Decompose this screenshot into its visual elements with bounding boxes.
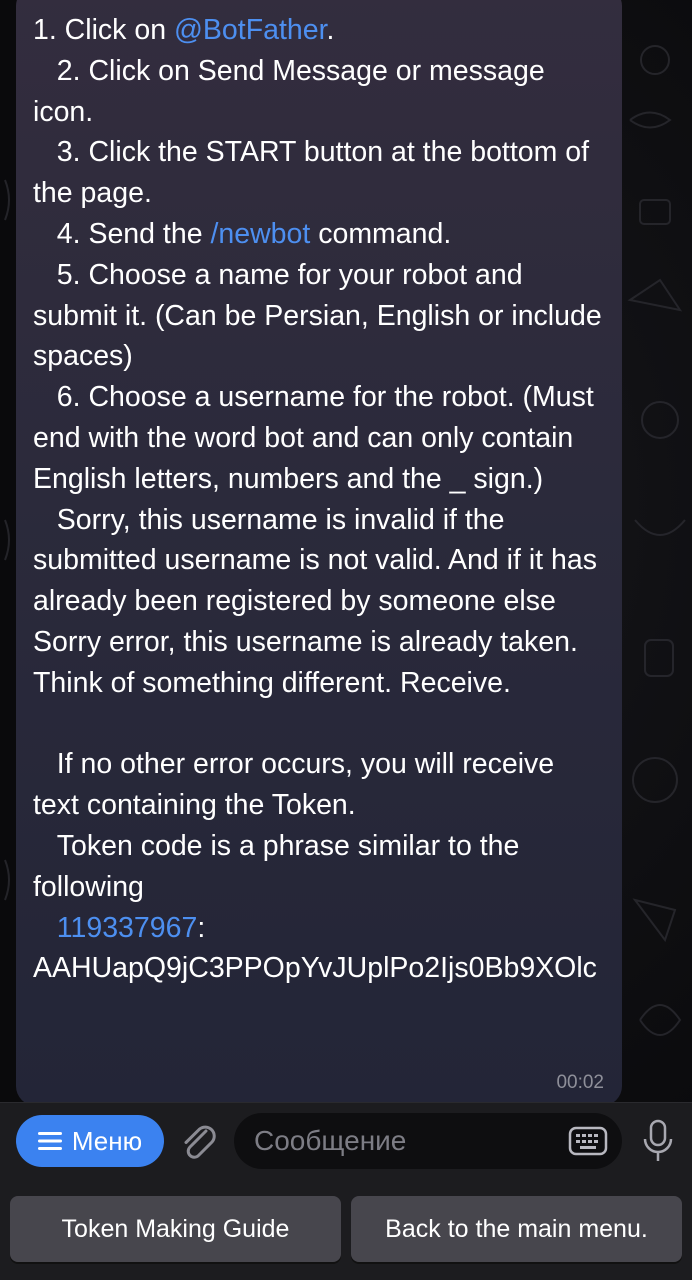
botfather-link[interactable]: @BotFather <box>174 14 327 46</box>
token-colon: : <box>197 911 206 944</box>
message-step-5: 5. Choose a name for your robot and subm… <box>33 258 610 373</box>
newbot-command-link[interactable]: /newbot <box>210 218 310 250</box>
message-sorry-paragraph: Sorry, this username is invalid if the s… <box>33 503 605 699</box>
keyboard-icon[interactable] <box>568 1125 608 1157</box>
message-time: 00:02 <box>556 1072 604 1094</box>
token-id-link[interactable]: 119337967 <box>57 912 198 944</box>
message-placeholder: Сообщение <box>254 1125 407 1156</box>
message-no-error: If no other error occurs, you will recei… <box>33 748 563 822</box>
step-4-suffix: command. <box>310 217 452 250</box>
message-input[interactable]: Сообщение <box>234 1113 622 1169</box>
chat-screen: 1. Click on @BotFather. 2. Click on Send… <box>0 0 692 1280</box>
token-making-guide-button[interactable]: Token Making Guide <box>10 1196 341 1262</box>
message-step-6: 6. Choose a username for the robot. (Mus… <box>33 381 602 495</box>
message-bubble: 1. Click on @BotFather. 2. Click on Send… <box>16 0 622 1106</box>
step-1-text: 1. Click on <box>33 14 174 46</box>
token-secret: AAHUapQ9jC3PPOpYvJUplPo2Ijs0Bb9XOlc <box>33 952 597 985</box>
message-step-1: 1. Click on @BotFather. <box>33 10 604 51</box>
step-4-text: 4. Send the <box>33 217 211 250</box>
message-step-4: 4. Send the /newbot command. <box>33 214 604 255</box>
microphone-icon[interactable] <box>636 1117 680 1165</box>
message-input-bar: Меню Сообщение <box>0 1102 692 1181</box>
hamburger-icon <box>37 1132 62 1150</box>
message-step-3: 3. Click the START button at the bottom … <box>33 136 597 210</box>
message-blank-line <box>33 704 604 745</box>
message-token-intro: Token code is a phrase similar to the fo… <box>33 829 528 903</box>
message-step-2: 2. Click on Send Message or message icon… <box>33 54 553 128</box>
reply-keyboard: Token Making Guide Back to the main menu… <box>0 1180 692 1280</box>
menu-button[interactable]: Меню <box>16 1115 164 1167</box>
step-1-suffix: . <box>326 14 335 46</box>
back-to-main-menu-button[interactable]: Back to the main menu. <box>351 1196 682 1262</box>
message-token-example: 119337967: AAHUapQ9jC3PPOpYvJUplPo2Ijs0Bb… <box>33 908 604 990</box>
paperclip-icon[interactable] <box>176 1119 220 1163</box>
menu-button-label: Меню <box>71 1125 143 1156</box>
